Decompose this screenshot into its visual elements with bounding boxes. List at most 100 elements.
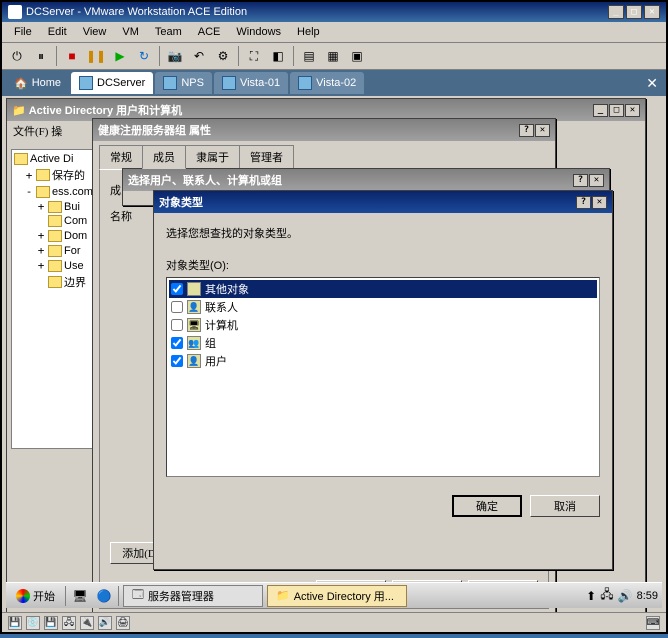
start-button[interactable]: 开始 — [10, 586, 61, 606]
help-button[interactable]: ? — [573, 174, 588, 187]
object-type-list[interactable]: 其他对象 👤联系人 🖥计算机 👥组 👤用户 — [166, 277, 600, 477]
properties-titlebar[interactable]: 健康注册服务器组 属性 ?✕ — [93, 119, 555, 141]
ql-desktop-icon[interactable]: 🖥 — [70, 586, 90, 606]
checkbox-other[interactable] — [171, 283, 183, 295]
prompt-text: 选择您想查找的对象类型。 — [166, 225, 600, 241]
menu-file[interactable]: File — [8, 24, 38, 40]
system-tray: ⬆ 🖧 🔊 8:59 — [586, 585, 658, 606]
snapshot-icon[interactable]: 📷 — [164, 45, 186, 67]
tab-vista02[interactable]: Vista-02 — [290, 72, 364, 94]
folder-icon — [36, 169, 50, 181]
tray-icon[interactable]: ⬆ — [586, 589, 596, 603]
list-label: 对象类型(O): — [166, 257, 600, 273]
obj-groups[interactable]: 👥组 — [169, 334, 597, 352]
menu-view[interactable]: View — [77, 24, 113, 40]
checkbox-contacts[interactable] — [171, 301, 183, 313]
checkbox-groups[interactable] — [171, 337, 183, 349]
menu-windows[interactable]: Windows — [230, 24, 287, 40]
tab-managedby[interactable]: 管理者 — [239, 145, 294, 169]
tray-network-icon[interactable]: 🖧 — [600, 585, 613, 606]
minimize-button[interactable]: _ — [608, 5, 624, 19]
status-floppy-icon[interactable]: 💾 — [44, 616, 58, 630]
object-types-titlebar[interactable]: 对象类型 ?✕ — [154, 191, 612, 213]
menu-edit[interactable]: Edit — [42, 24, 73, 40]
checkbox-users[interactable] — [171, 355, 183, 367]
aduc-icon: 📁 — [276, 589, 290, 602]
cancel-button[interactable]: 取消 — [530, 495, 600, 517]
obj-computers[interactable]: 🖥计算机 — [169, 316, 597, 334]
folder-icon — [48, 245, 62, 257]
sidebar-icon[interactable]: ▤ — [298, 45, 320, 67]
maximize-button[interactable]: □ — [626, 5, 642, 19]
close-button[interactable]: ✕ — [592, 196, 607, 209]
thumbnail-icon[interactable]: ▣ — [346, 45, 368, 67]
aduc-tree[interactable]: Active Di +保存的 -ess.com +Bui Com +Dom +F… — [11, 149, 103, 449]
menu-help[interactable]: Help — [291, 24, 326, 40]
tab-general[interactable]: 常规 — [99, 145, 143, 169]
object-types-dialog: 对象类型 ?✕ 选择您想查找的对象类型。 对象类型(O): 其他对象 👤联系人 … — [153, 190, 613, 570]
manage-icon[interactable]: ⚙ — [212, 45, 234, 67]
status-printer-icon[interactable]: 🖨 — [116, 616, 130, 630]
clock[interactable]: 8:59 — [637, 590, 658, 602]
server-icon: 🗔 — [132, 586, 144, 605]
menu-vm[interactable]: VM — [116, 24, 145, 40]
views-icon[interactable]: ▦ — [322, 45, 344, 67]
aduc-icon: 📁 — [12, 104, 26, 117]
obj-contacts[interactable]: 👤联系人 — [169, 298, 597, 316]
close-button[interactable]: ✕ — [535, 124, 550, 137]
unity-icon[interactable]: ◧ — [267, 45, 289, 67]
vm-icon — [163, 76, 177, 90]
tab-home[interactable]: 🏠 Home — [6, 73, 69, 94]
tab-members[interactable]: 成员 — [142, 145, 186, 169]
group-icon: 👥 — [187, 336, 201, 350]
folder-icon — [48, 201, 62, 213]
properties-tabs: 常规 成员 隶属于 管理者 — [93, 141, 555, 169]
close-button[interactable]: ✕ — [625, 104, 640, 117]
taskbar-aduc[interactable]: 📁Active Directory 用... — [267, 585, 407, 607]
close-button[interactable]: ✕ — [589, 174, 604, 187]
status-cd-icon[interactable]: 💿 — [26, 616, 40, 630]
checkbox-computers[interactable] — [171, 319, 183, 331]
tab-dcserver[interactable]: DCServer — [71, 72, 153, 94]
vmware-titlebar: DCServer - VMware Workstation ACE Editio… — [2, 2, 666, 22]
tab-memberof[interactable]: 隶属于 — [185, 145, 240, 169]
maximize-button[interactable]: □ — [609, 104, 624, 117]
guest-desktop: 📁 Active Directory 用户和计算机 _□✕ 文件(F) 操 Ac… — [2, 96, 666, 612]
revert-icon[interactable]: ↶ — [188, 45, 210, 67]
select-titlebar[interactable]: 选择用户、联系人、计算机或组 ?✕ — [123, 169, 609, 191]
pause-icon[interactable]: ❚❚ — [85, 45, 107, 67]
menu-ace[interactable]: ACE — [192, 24, 227, 40]
stop-icon[interactable]: ■ — [61, 45, 83, 67]
help-button[interactable]: ? — [519, 124, 534, 137]
status-hdd-icon[interactable]: 💾 — [8, 616, 22, 630]
ql-ie-icon[interactable]: 🔵 — [94, 586, 114, 606]
tree-root-icon — [14, 153, 28, 165]
windows-logo-icon — [16, 589, 30, 603]
ok-button[interactable]: 确定 — [452, 495, 522, 517]
tab-vista01[interactable]: Vista-01 — [214, 72, 288, 94]
suspend-icon[interactable]: ⏸ — [30, 45, 52, 67]
tray-volume-icon[interactable]: 🔊 — [618, 589, 633, 603]
power-off-icon[interactable]: ⏻ — [6, 45, 28, 67]
status-usb-icon[interactable]: 🔌 — [80, 616, 94, 630]
tab-close-icon[interactable]: ✕ — [642, 75, 662, 92]
reset-icon[interactable]: ↻ — [133, 45, 155, 67]
taskbar-servermanager[interactable]: 🗔服务器管理器 — [123, 585, 263, 607]
other-icon — [187, 282, 201, 296]
vmware-toolbar: ⏻ ⏸ ■ ❚❚ ▶ ↻ 📷 ↶ ⚙ ⛶ ◧ ▤ ▦ ▣ — [2, 42, 666, 70]
status-input-icon[interactable]: ⌨ — [646, 616, 660, 630]
status-sound-icon[interactable]: 🔊 — [98, 616, 112, 630]
fullscreen-icon[interactable]: ⛶ — [243, 45, 265, 67]
folder-icon — [48, 260, 62, 272]
ou-icon — [48, 276, 62, 288]
vm-tabs: 🏠 Home DCServer NPS Vista-01 Vista-02 ✕ — [2, 70, 666, 96]
menu-team[interactable]: Team — [149, 24, 188, 40]
close-button[interactable]: ✕ — [644, 5, 660, 19]
minimize-button[interactable]: _ — [593, 104, 608, 117]
tab-nps[interactable]: NPS — [155, 72, 212, 94]
help-button[interactable]: ? — [576, 196, 591, 209]
play-icon[interactable]: ▶ — [109, 45, 131, 67]
status-net-icon[interactable]: 🖧 — [62, 616, 76, 630]
obj-other[interactable]: 其他对象 — [169, 280, 597, 298]
obj-users[interactable]: 👤用户 — [169, 352, 597, 370]
